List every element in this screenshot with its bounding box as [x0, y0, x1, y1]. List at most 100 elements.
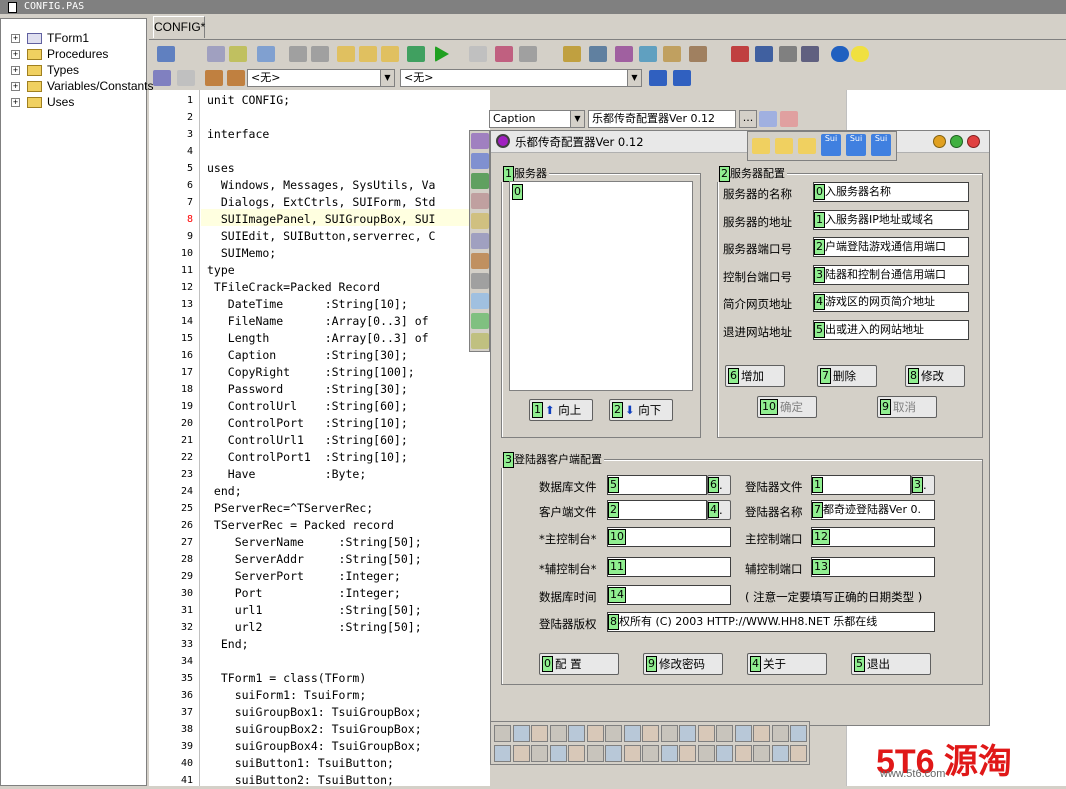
gear-icon[interactable] [801, 46, 819, 62]
code-line[interactable]: suiGroupBox2: TsuiGroupBox; [207, 721, 422, 738]
expand-icon[interactable]: + [11, 34, 20, 43]
folder-open-icon[interactable] [775, 138, 793, 154]
code-line[interactable]: Password :String[30]; [207, 381, 408, 398]
code-line[interactable]: ServerPort :Integer; [207, 568, 401, 585]
code-line[interactable]: DateTime :String[10]; [207, 296, 408, 313]
move-up-button[interactable]: 1 ⬆ 向上 [529, 399, 593, 421]
palette-icon[interactable] [471, 133, 489, 149]
palette-icon[interactable] [471, 253, 489, 269]
code-line[interactable]: suiForm1: TsuiForm; [207, 687, 367, 704]
code-line[interactable]: TFileCrack=Packed Record [207, 279, 380, 296]
palette-icon[interactable] [471, 193, 489, 209]
align-tool-icon[interactable] [642, 745, 659, 762]
align-tool-icon[interactable] [531, 745, 548, 762]
align-tool-icon[interactable] [623, 745, 641, 762]
login-name-field[interactable]: 7 都奇迹登陆器Ver 0. [811, 500, 935, 520]
expand-icon[interactable]: + [11, 98, 20, 107]
folder-open-icon[interactable] [752, 138, 770, 154]
expand-icon[interactable]: + [11, 82, 20, 91]
align-tool-icon[interactable] [512, 745, 530, 762]
view-unit-icon[interactable] [207, 46, 225, 62]
code-line[interactable]: PServerRec=^TServerRec; [207, 500, 373, 517]
palette-icon[interactable] [471, 153, 489, 169]
maximize-icon[interactable] [950, 135, 963, 148]
db-file-browse-button[interactable]: 6. [707, 475, 731, 495]
align-tool-icon[interactable] [623, 725, 641, 742]
code-line[interactable]: suiButton2: TsuiButton; [207, 772, 394, 789]
view-form-icon[interactable] [229, 46, 247, 62]
structure-tree[interactable]: + TForm1 + Procedures + Types + Variables/Co… [0, 18, 154, 786]
code-line[interactable]: end; [207, 483, 242, 500]
align-left-icon[interactable] [649, 70, 667, 86]
code-line[interactable]: End; [207, 636, 249, 653]
palette-icon[interactable] [471, 273, 489, 289]
server-field-input[interactable]: 2 户端登陆游戏通信用端口 [813, 237, 969, 257]
align-tool-icon[interactable] [790, 725, 807, 742]
designer-form[interactable]: 乐都传奇配置器Ver 0.12 1 服务器 0 1 ⬆ 向上 2 ⬇ 向下 2 服务器配… [490, 130, 990, 726]
code-line[interactable]: TServerRec = Packed record [207, 517, 394, 534]
archive-icon[interactable] [689, 46, 707, 62]
delete-button[interactable]: 7 删除 [817, 365, 877, 387]
server-field-input[interactable]: 5 出或进入的网站地址 [813, 319, 969, 340]
code-line[interactable]: SUIImagePanel, SUIGroupBox, SUI [207, 211, 436, 228]
dropdown-arrow-icon[interactable]: ▼ [627, 70, 641, 86]
align-tool-icon[interactable] [734, 725, 752, 742]
server-field-input[interactable]: 3 陆器和控制台通信用端口 [813, 264, 969, 285]
client-file-browse-button[interactable]: 4. [707, 500, 731, 520]
code-line[interactable]: FileName :Array[0..3] of [207, 313, 429, 330]
code-line[interactable]: ControlUrl :String[60]; [207, 398, 408, 415]
aux-port-field[interactable]: 13 [811, 557, 935, 577]
align-tool-icon[interactable] [771, 725, 789, 742]
dropdown-arrow-icon[interactable]: ▼ [380, 70, 394, 86]
help-icon[interactable] [831, 46, 849, 62]
code-line[interactable]: unit CONFIG; [207, 92, 290, 109]
cancel-button[interactable]: 9 取消 [877, 396, 937, 418]
change-password-button[interactable]: 9 修改密码 [643, 653, 723, 675]
main-port-field[interactable]: 12 [811, 527, 935, 547]
code-line[interactable]: Port :Integer; [207, 585, 401, 602]
implementation-icon[interactable] [227, 70, 245, 86]
code-line[interactable]: Length :Array[0..3] of [207, 330, 429, 347]
code-line[interactable]: suiGroupBox4: TsuiGroupBox; [207, 738, 422, 755]
package-icon[interactable] [639, 46, 657, 62]
code-line[interactable]: url1 :String[50]; [207, 602, 422, 619]
debug-icon[interactable] [731, 46, 749, 62]
align-tool-icon[interactable] [716, 745, 733, 762]
code-line[interactable]: Dialogs, ExtCtrls, SUIForm, Std [207, 194, 436, 211]
align-tool-icon[interactable] [549, 725, 567, 742]
align-tool-icon[interactable] [734, 745, 752, 762]
align-tool-icon[interactable] [605, 725, 622, 742]
login-file-browse-button[interactable]: 3. [911, 475, 935, 495]
align-tool-icon[interactable] [660, 745, 678, 762]
main-console-field[interactable]: 10 [607, 527, 731, 547]
tree-item-variables[interactable]: + Variables/Constants [1, 78, 154, 94]
align-tool-icon[interactable] [512, 725, 530, 742]
sui-edit-icon[interactable]: Sui [821, 134, 841, 156]
move-down-button[interactable]: 2 ⬇ 向下 [609, 399, 673, 421]
stop-icon[interactable] [779, 46, 797, 62]
component-icon[interactable] [563, 46, 581, 62]
save-all-icon[interactable] [311, 46, 329, 62]
code-line[interactable]: Caption :String[30]; [207, 347, 408, 364]
ellipsis-button[interactable]: ... [739, 110, 757, 128]
save-icon[interactable] [289, 46, 307, 62]
db-file-field[interactable]: 5 [607, 475, 707, 495]
tree-item-procedures[interactable]: + Procedures [1, 46, 147, 62]
code-line[interactable]: ControlPort1 :String[10]; [207, 449, 408, 466]
property-value-field[interactable]: 乐都传奇配置器Ver 0.12 [588, 110, 736, 128]
tree-item-uses[interactable]: + Uses [1, 94, 147, 110]
close-icon[interactable] [967, 135, 980, 148]
code-line[interactable]: type [207, 262, 235, 279]
open-project-icon[interactable] [337, 46, 355, 62]
align-tool-icon[interactable] [771, 745, 789, 762]
code-line[interactable]: TForm1 = class(TForm) [207, 670, 366, 687]
align-tool-icon[interactable] [679, 725, 696, 742]
code-line[interactable]: Have :Byte; [207, 466, 366, 483]
code-line[interactable]: suiGroupBox1: TsuiGroupBox; [207, 704, 422, 721]
palette-icon[interactable] [471, 333, 489, 349]
align-tool-icon[interactable] [679, 745, 696, 762]
align-tool-icon[interactable] [549, 745, 567, 762]
palette-icon[interactable] [471, 213, 489, 229]
trace-icon[interactable] [495, 46, 513, 62]
member-combo[interactable]: <无> ▼ [400, 69, 642, 87]
